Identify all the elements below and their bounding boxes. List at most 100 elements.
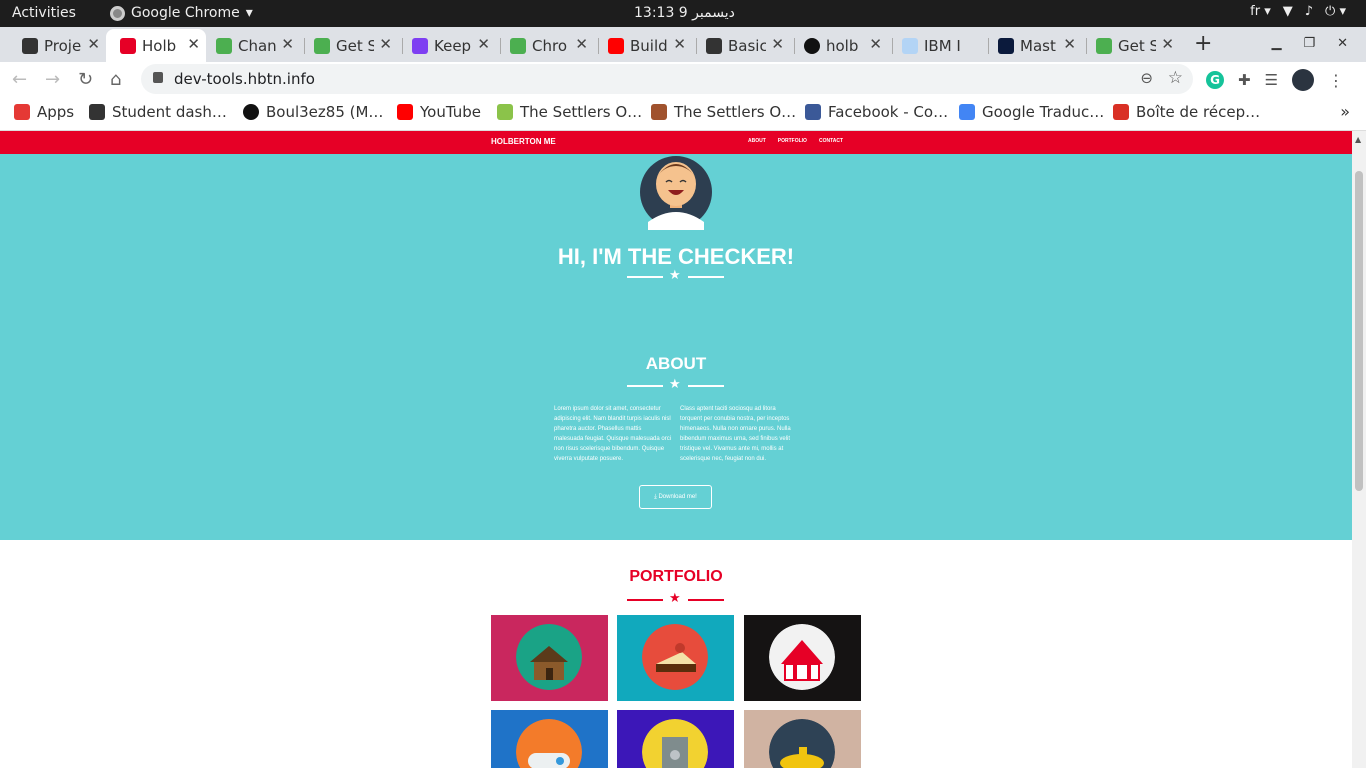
tab-10[interactable]: Mast ✕ <box>998 29 1082 62</box>
page-scrollbar[interactable]: ▲ <box>1352 131 1366 768</box>
nav-about[interactable]: ABOUT <box>748 138 766 144</box>
about-text-left: Lorem ipsum dolor sit amet, consectetur … <box>554 406 672 462</box>
bookmark-facebook[interactable]: Facebook - Co… <box>805 103 948 121</box>
url-text[interactable]: dev-tools.hbtn.info <box>174 70 315 88</box>
maximize-icon[interactable]: ❐ <box>1303 36 1315 51</box>
about-divider: ★ <box>627 377 724 392</box>
divider-line <box>688 276 724 278</box>
portfolio-item-cake[interactable] <box>617 615 734 701</box>
address-bar[interactable]: dev-tools.hbtn.info ⊖ ☆ <box>141 64 1193 94</box>
bookmark-label: YouTube <box>420 103 481 121</box>
hero-title: HI, I'M THE CHECKER! <box>557 244 795 269</box>
back-arrow-icon[interactable]: ← <box>12 69 27 90</box>
close-icon[interactable]: ✕ <box>1063 35 1076 53</box>
tab-3[interactable]: Get S ✕ <box>314 29 398 62</box>
tab-label: Build <box>630 36 668 55</box>
zoom-icon[interactable]: ⊖ <box>1140 69 1153 87</box>
tab-favicon <box>902 38 918 54</box>
submarine-icon <box>769 719 835 768</box>
page-viewport: HOLBERTON ME ABOUT PORTFOLIO CONTACT HI,… <box>0 131 1352 768</box>
system-top-bar: Activities Google Chrome ▾ 13:13 9 ديسمب… <box>0 0 1366 27</box>
tab-label: holb <box>826 36 859 55</box>
bookmark-label: The Settlers O… <box>674 103 797 121</box>
bookmark-google-translate[interactable]: Google Traduc… <box>959 103 1104 121</box>
forward-arrow-icon[interactable]: → <box>45 69 60 90</box>
tab-9[interactable]: IBM I <box>902 29 986 62</box>
more-bookmarks-icon[interactable]: » <box>1340 102 1350 121</box>
portfolio-item-circus-tent[interactable] <box>744 615 861 701</box>
clock[interactable]: 13:13 9 ديسمبر <box>634 5 735 21</box>
close-icon[interactable]: ✕ <box>575 35 588 53</box>
bookmark-gmail[interactable]: Boîte de récep… <box>1113 103 1260 121</box>
profile-avatar[interactable] <box>1292 69 1315 91</box>
close-icon[interactable]: ✕ <box>673 35 686 53</box>
tab-4[interactable]: Keep ✕ <box>412 29 496 62</box>
portfolio-item-safe[interactable] <box>617 710 734 768</box>
tab-5[interactable]: Chro ✕ <box>510 29 594 62</box>
close-icon[interactable]: ✕ <box>187 35 200 53</box>
bookmark-star-icon[interactable]: ☆ <box>1168 68 1183 88</box>
youtube-icon <box>397 104 413 120</box>
home-icon[interactable]: ⌂ <box>110 69 121 90</box>
tab-6[interactable]: Build ✕ <box>608 29 692 62</box>
star-icon: ★ <box>669 591 681 606</box>
media-control-icon[interactable]: ☰ <box>1265 71 1278 89</box>
wifi-icon: ▼ <box>1282 4 1293 19</box>
new-tab-button[interactable]: + <box>1194 31 1212 56</box>
minimize-icon[interactable]: ▁ <box>1271 36 1281 51</box>
tab-favicon <box>608 38 624 54</box>
tab-favicon <box>1096 38 1112 54</box>
nav-portfolio[interactable]: PORTFOLIO <box>778 138 807 144</box>
reload-icon[interactable]: ↻ <box>78 69 93 90</box>
tab-favicon <box>998 38 1014 54</box>
tab-7[interactable]: Basic ✕ <box>706 29 790 62</box>
scroll-up-icon[interactable]: ▲ <box>1355 135 1361 144</box>
close-icon[interactable]: ✕ <box>281 35 294 53</box>
tab-1-active[interactable]: Holb ✕ <box>106 29 206 62</box>
app-menu[interactable]: Google Chrome ▾ <box>110 5 253 21</box>
site-brand[interactable]: HOLBERTON ME <box>491 137 556 146</box>
nav-contact[interactable]: CONTACT <box>819 138 843 144</box>
tab-separator <box>304 38 305 54</box>
lock-icon[interactable] <box>153 72 163 83</box>
bookmark-github[interactable]: Boul3ez85 (M… <box>243 103 383 121</box>
close-icon[interactable]: ✕ <box>869 35 882 53</box>
tab-0[interactable]: Proje ✕ <box>22 29 106 62</box>
cake-icon <box>642 624 708 690</box>
bookmark-label: Boul3ez85 (M… <box>266 103 384 121</box>
extensions-icon[interactable]: ✚ <box>1238 71 1251 89</box>
tab-favicon <box>412 38 428 54</box>
avatar <box>640 156 712 230</box>
tab-label: Mast <box>1020 36 1056 55</box>
hero-section: HI, I'M THE CHECKER! ★ ABOUT ★ Lorem ips… <box>0 154 1352 540</box>
portfolio-item-submarine[interactable] <box>744 710 861 768</box>
app-name: Google Chrome <box>131 5 240 21</box>
tab-11[interactable]: Get S ✕ <box>1096 29 1180 62</box>
browser-toolbar: ← → ↻ ⌂ dev-tools.hbtn.info ⊖ ☆ G ✚ ☰ ⋮ <box>0 62 1366 97</box>
bookmark-settlers-2[interactable]: The Settlers O… <box>651 103 796 121</box>
close-window-icon[interactable]: ✕ <box>1337 36 1348 51</box>
portfolio-title: PORTFOLIO <box>629 568 723 585</box>
portfolio-item-cabin[interactable] <box>491 615 608 701</box>
close-icon[interactable]: ✕ <box>771 35 784 53</box>
tab-2[interactable]: Chan ✕ <box>216 29 300 62</box>
close-icon[interactable]: ✕ <box>87 35 100 53</box>
bookmark-student-dash[interactable]: Student dash… <box>89 103 227 121</box>
download-button[interactable]: ⤓ Download me! <box>639 485 712 509</box>
tab-favicon <box>120 38 136 54</box>
bookmark-youtube[interactable]: YouTube <box>397 103 481 121</box>
bookmark-settlers-1[interactable]: The Settlers O… <box>497 103 642 121</box>
bookmark-apps[interactable]: Apps <box>14 103 74 121</box>
menu-kebab-icon[interactable]: ⋮ <box>1328 71 1344 90</box>
divider-line <box>627 276 663 278</box>
system-status-area[interactable]: fr ▾ ▼ ♪ ⏻ ▾ <box>1250 4 1346 19</box>
activities-button[interactable]: Activities <box>12 5 76 21</box>
portfolio-item-game-controller[interactable] <box>491 710 608 768</box>
grammarly-icon[interactable]: G <box>1206 71 1224 89</box>
input-language[interactable]: fr ▾ <box>1250 4 1271 19</box>
scrollbar-thumb[interactable] <box>1355 171 1363 491</box>
close-icon[interactable]: ✕ <box>1161 35 1174 53</box>
tab-8[interactable]: holb ✕ <box>804 29 888 62</box>
close-icon[interactable]: ✕ <box>477 35 490 53</box>
close-icon[interactable]: ✕ <box>379 35 392 53</box>
